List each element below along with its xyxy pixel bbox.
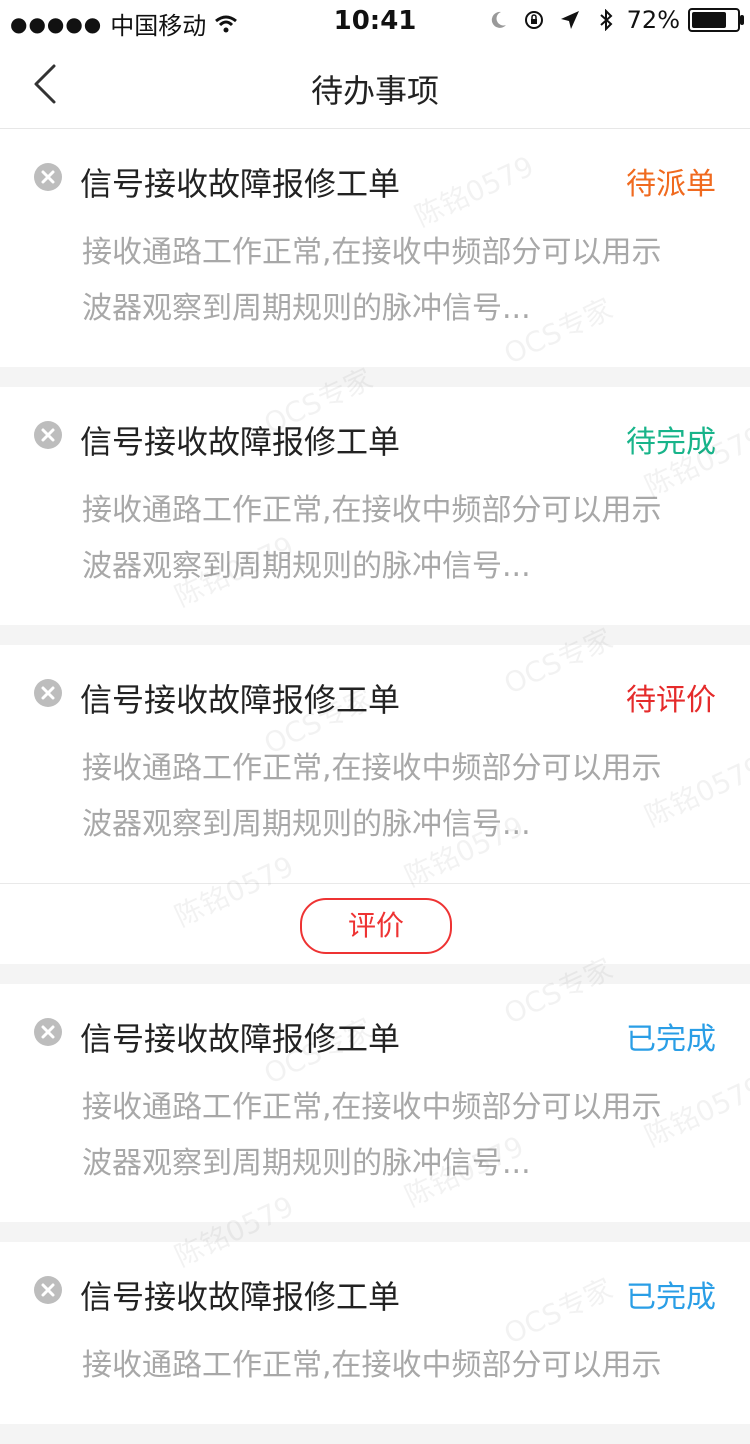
- tools-icon: [34, 1276, 62, 1304]
- battery-percent: 72%: [626, 6, 680, 34]
- location-icon: [560, 11, 579, 29]
- card-description: 接收通路工作正常,在接收中频部分可以用示 波器观察到周期规则的脉冲信号...: [82, 1090, 662, 1181]
- status-badge: 待派单: [626, 167, 716, 202]
- card-description: 接收通路工作正常,在接收中频部分可以用示 波器观察到周期规则的脉冲信号...: [82, 235, 662, 326]
- tools-icon: [34, 1018, 62, 1046]
- card-title: 信号接收故障报修工单: [80, 1278, 401, 1316]
- todo-card[interactable]: 信号接收故障报修工单 待完成 接收通路工作正常,在接收中频部分可以用示 波器观察…: [0, 387, 750, 625]
- status-badge: 待评价: [626, 683, 716, 718]
- todo-card[interactable]: 信号接收故障报修工单 待派单 接收通路工作正常,在接收中频部分可以用示 波器观察…: [0, 129, 750, 367]
- status-badge: 已完成: [626, 1280, 716, 1315]
- todo-card[interactable]: 信号接收故障报修工单 待评价 接收通路工作正常,在接收中频部分可以用示 波器观察…: [0, 645, 750, 964]
- todo-card[interactable]: 信号接收故障报修工单 已完成 接收通路工作正常,在接收中频部分可以用示 波器观察…: [0, 984, 750, 1222]
- status-bar: ●●●●● 中国移动 10:41 72%: [0, 0, 750, 40]
- status-badge: 已完成: [626, 1022, 716, 1057]
- card-title: 信号接收故障报修工单: [80, 165, 401, 203]
- status-right: 72%: [473, 6, 744, 34]
- tools-icon: [34, 421, 62, 449]
- card-description: 接收通路工作正常,在接收中频部分可以用示 波器观察到周期规则的脉冲信号...: [82, 751, 662, 842]
- nav-bar: 待办事项: [0, 40, 750, 129]
- moon-icon: [491, 11, 506, 28]
- card-description: 接收通路工作正常,在接收中频部分可以用示: [82, 1348, 662, 1383]
- bluetooth-icon: [599, 9, 613, 31]
- battery-icon: [688, 8, 744, 32]
- card-description: 接收通路工作正常,在接收中频部分可以用示 波器观察到周期规则的脉冲信号...: [82, 493, 662, 584]
- card-actions: 评价: [0, 884, 750, 964]
- page-title: 待办事项: [310, 72, 439, 110]
- todo-list: 信号接收故障报修工单 待派单 接收通路工作正常,在接收中频部分可以用示 波器观察…: [0, 129, 750, 1444]
- todo-card[interactable]: 信号接收故障报修工单 已完成 接收通路工作正常,在接收中频部分可以用示: [0, 1242, 750, 1424]
- card-title: 信号接收故障报修工单: [80, 423, 401, 461]
- rate-button[interactable]: 评价: [300, 898, 452, 954]
- tools-icon: [34, 163, 62, 191]
- tools-icon: [34, 679, 62, 707]
- rotation-lock-icon: [524, 11, 543, 29]
